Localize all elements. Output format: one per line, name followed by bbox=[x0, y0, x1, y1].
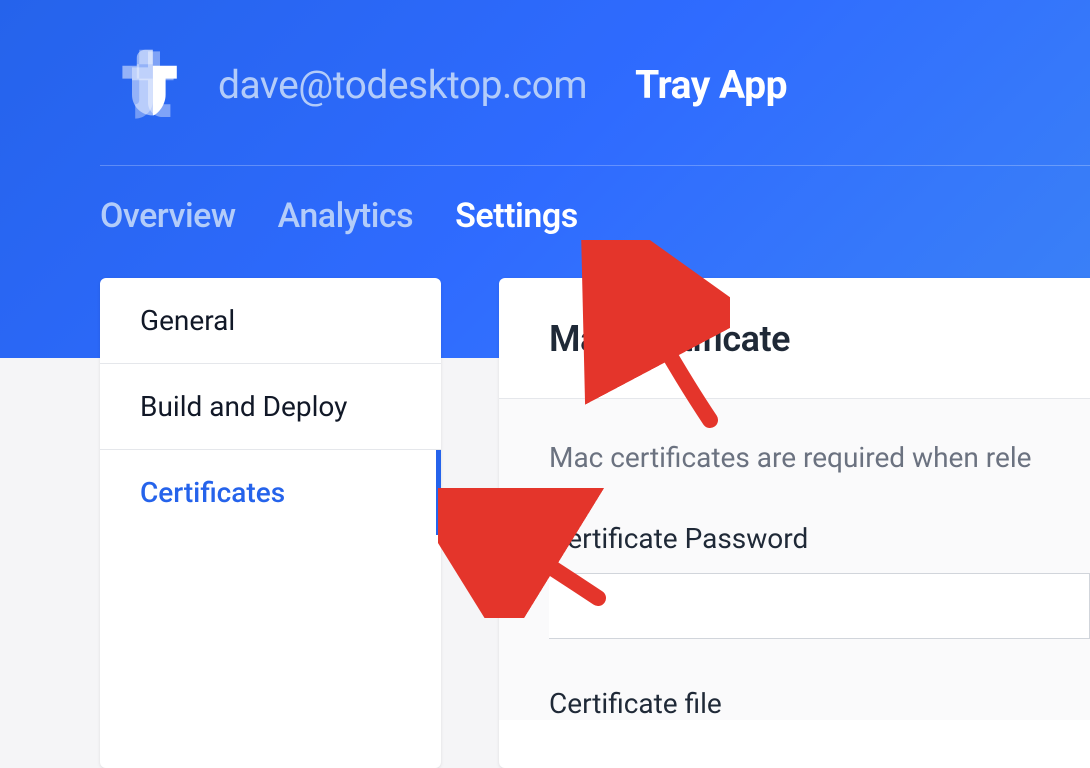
field-group-file: Certificate file bbox=[549, 687, 1090, 720]
settings-sidebar: General Build and Deploy Certificates bbox=[100, 278, 441, 768]
field-group-password: Certificate Password bbox=[549, 522, 1090, 639]
main-panel: Mac Certificate Mac certificates are req… bbox=[499, 278, 1090, 768]
content-area: General Build and Deploy Certificates Ma… bbox=[100, 278, 1090, 768]
tab-analytics[interactable]: Analytics bbox=[278, 196, 414, 236]
sidebar-item-build-deploy[interactable]: Build and Deploy bbox=[100, 364, 441, 450]
sidebar-item-certificates[interactable]: Certificates bbox=[100, 450, 441, 535]
tab-overview[interactable]: Overview bbox=[100, 196, 236, 236]
certificate-password-input[interactable] bbox=[549, 573, 1090, 639]
panel-header: Mac Certificate bbox=[499, 278, 1090, 398]
logo-icon bbox=[108, 45, 188, 125]
tab-settings[interactable]: Settings bbox=[455, 196, 578, 236]
panel-title: Mac Certificate bbox=[549, 318, 1040, 360]
sidebar-item-general[interactable]: General bbox=[100, 278, 441, 364]
nav-tabs: Overview Analytics Settings bbox=[0, 166, 1090, 236]
field-label-password: Certificate Password bbox=[549, 522, 1090, 555]
panel-body: Mac certificates are required when rele … bbox=[499, 398, 1090, 720]
sidebar-item-label: General bbox=[140, 304, 235, 337]
user-email[interactable]: dave@todesktop.com bbox=[218, 62, 587, 108]
sidebar-item-label: Build and Deploy bbox=[140, 390, 347, 423]
field-label-file: Certificate file bbox=[549, 687, 1090, 720]
header-top: dave@todesktop.com Tray App bbox=[0, 0, 1090, 165]
sidebar-item-label: Certificates bbox=[140, 476, 285, 509]
app-name: Tray App bbox=[635, 62, 787, 108]
panel-description: Mac certificates are required when rele bbox=[549, 441, 1090, 474]
